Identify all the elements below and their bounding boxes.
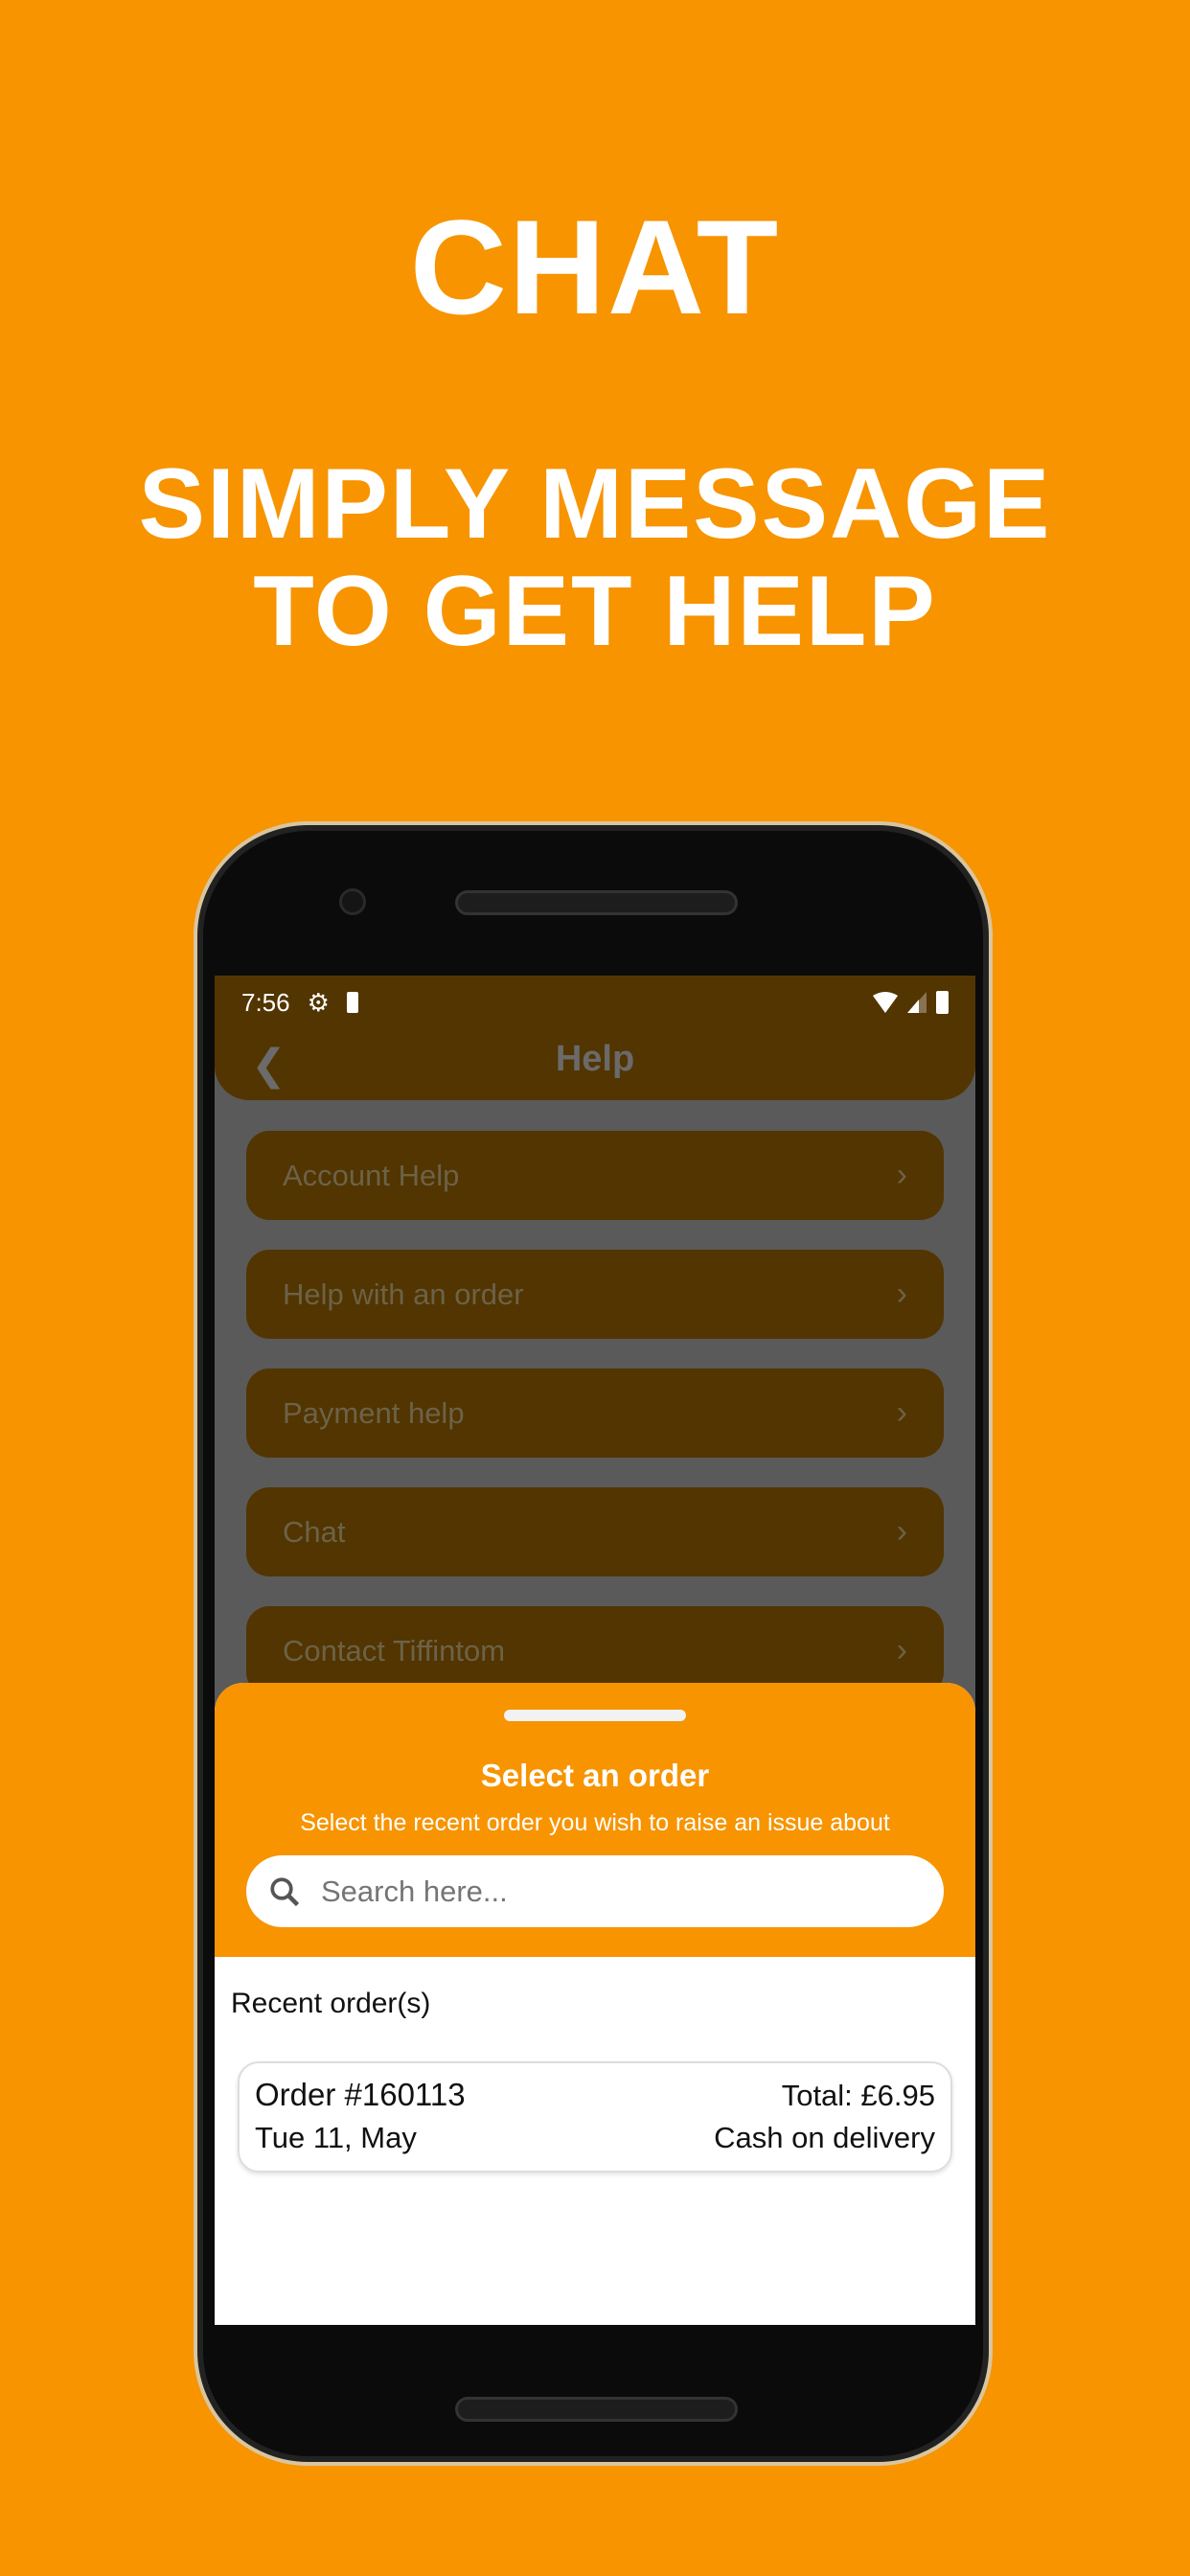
drag-handle[interactable]	[504, 1710, 686, 1721]
select-order-sheet: Select an order Select the recent order …	[215, 1683, 975, 2325]
signal-icon	[907, 992, 927, 1013]
order-total: Total: £6.95	[781, 2079, 935, 2112]
chevron-right-icon: ›	[896, 1157, 907, 1193]
menu-item-payment-help[interactable]: Payment help ›	[246, 1368, 944, 1458]
hero-subtitle-line1: SIMPLY MESSAGE	[138, 448, 1052, 560]
page-title: Help	[555, 1039, 635, 1079]
section-label: Recent order(s)	[231, 1988, 431, 2019]
menu-item-label: Payment help	[283, 1395, 465, 1430]
sheet-header: Select an order Select the recent order …	[215, 1683, 975, 1957]
hero-title: CHAT	[409, 192, 781, 342]
app-header: 7:56 ⚙ ❮ Help	[215, 976, 975, 1100]
phone-screen: 7:56 ⚙ ❮ Help Account Help › Help with an…	[215, 976, 975, 2325]
hero-subtitle: SIMPLY MESSAGE TO GET HELP	[0, 450, 1190, 665]
battery-icon	[936, 991, 949, 1014]
search-input[interactable]	[321, 1874, 896, 1909]
hero-subtitle-line2: TO GET HELP	[253, 556, 937, 667]
order-card[interactable]: Order #160113 Tue 11, May Total: £6.95 C…	[238, 2061, 952, 2173]
battery-saver-icon	[346, 992, 358, 1013]
search-icon	[270, 1876, 300, 1906]
status-time: 7:56	[241, 987, 290, 1017]
search-field[interactable]	[246, 1855, 944, 1927]
order-number: Order #160113	[255, 2077, 466, 2112]
menu-item-label: Contact Tiffintom	[283, 1633, 506, 1668]
chevron-right-icon: ›	[896, 1513, 907, 1550]
menu-item-chat[interactable]: Chat ›	[246, 1487, 944, 1576]
chevron-right-icon: ›	[896, 1394, 907, 1431]
chevron-right-icon: ›	[896, 1632, 907, 1668]
gear-icon: ⚙	[307, 987, 330, 1017]
chevron-right-icon: ›	[896, 1276, 907, 1312]
status-bar: 7:56 ⚙	[241, 985, 949, 1020]
sheet-subtitle: Select the recent order you wish to rais…	[300, 1809, 890, 1836]
menu-item-label: Help with an order	[283, 1276, 524, 1311]
sheet-title: Select an order	[480, 1758, 710, 1793]
top-speaker	[455, 890, 738, 915]
menu-item-label: Chat	[283, 1514, 346, 1549]
order-payment: Cash on delivery	[714, 2121, 935, 2154]
bottom-speaker	[455, 2397, 738, 2422]
menu-item-account-help[interactable]: Account Help ›	[246, 1131, 944, 1220]
menu-item-order-help[interactable]: Help with an order ›	[246, 1250, 944, 1339]
order-date: Tue 11, May	[255, 2121, 417, 2154]
wifi-icon	[873, 992, 898, 1013]
menu-item-label: Account Help	[283, 1158, 460, 1192]
camera-icon	[339, 888, 366, 915]
